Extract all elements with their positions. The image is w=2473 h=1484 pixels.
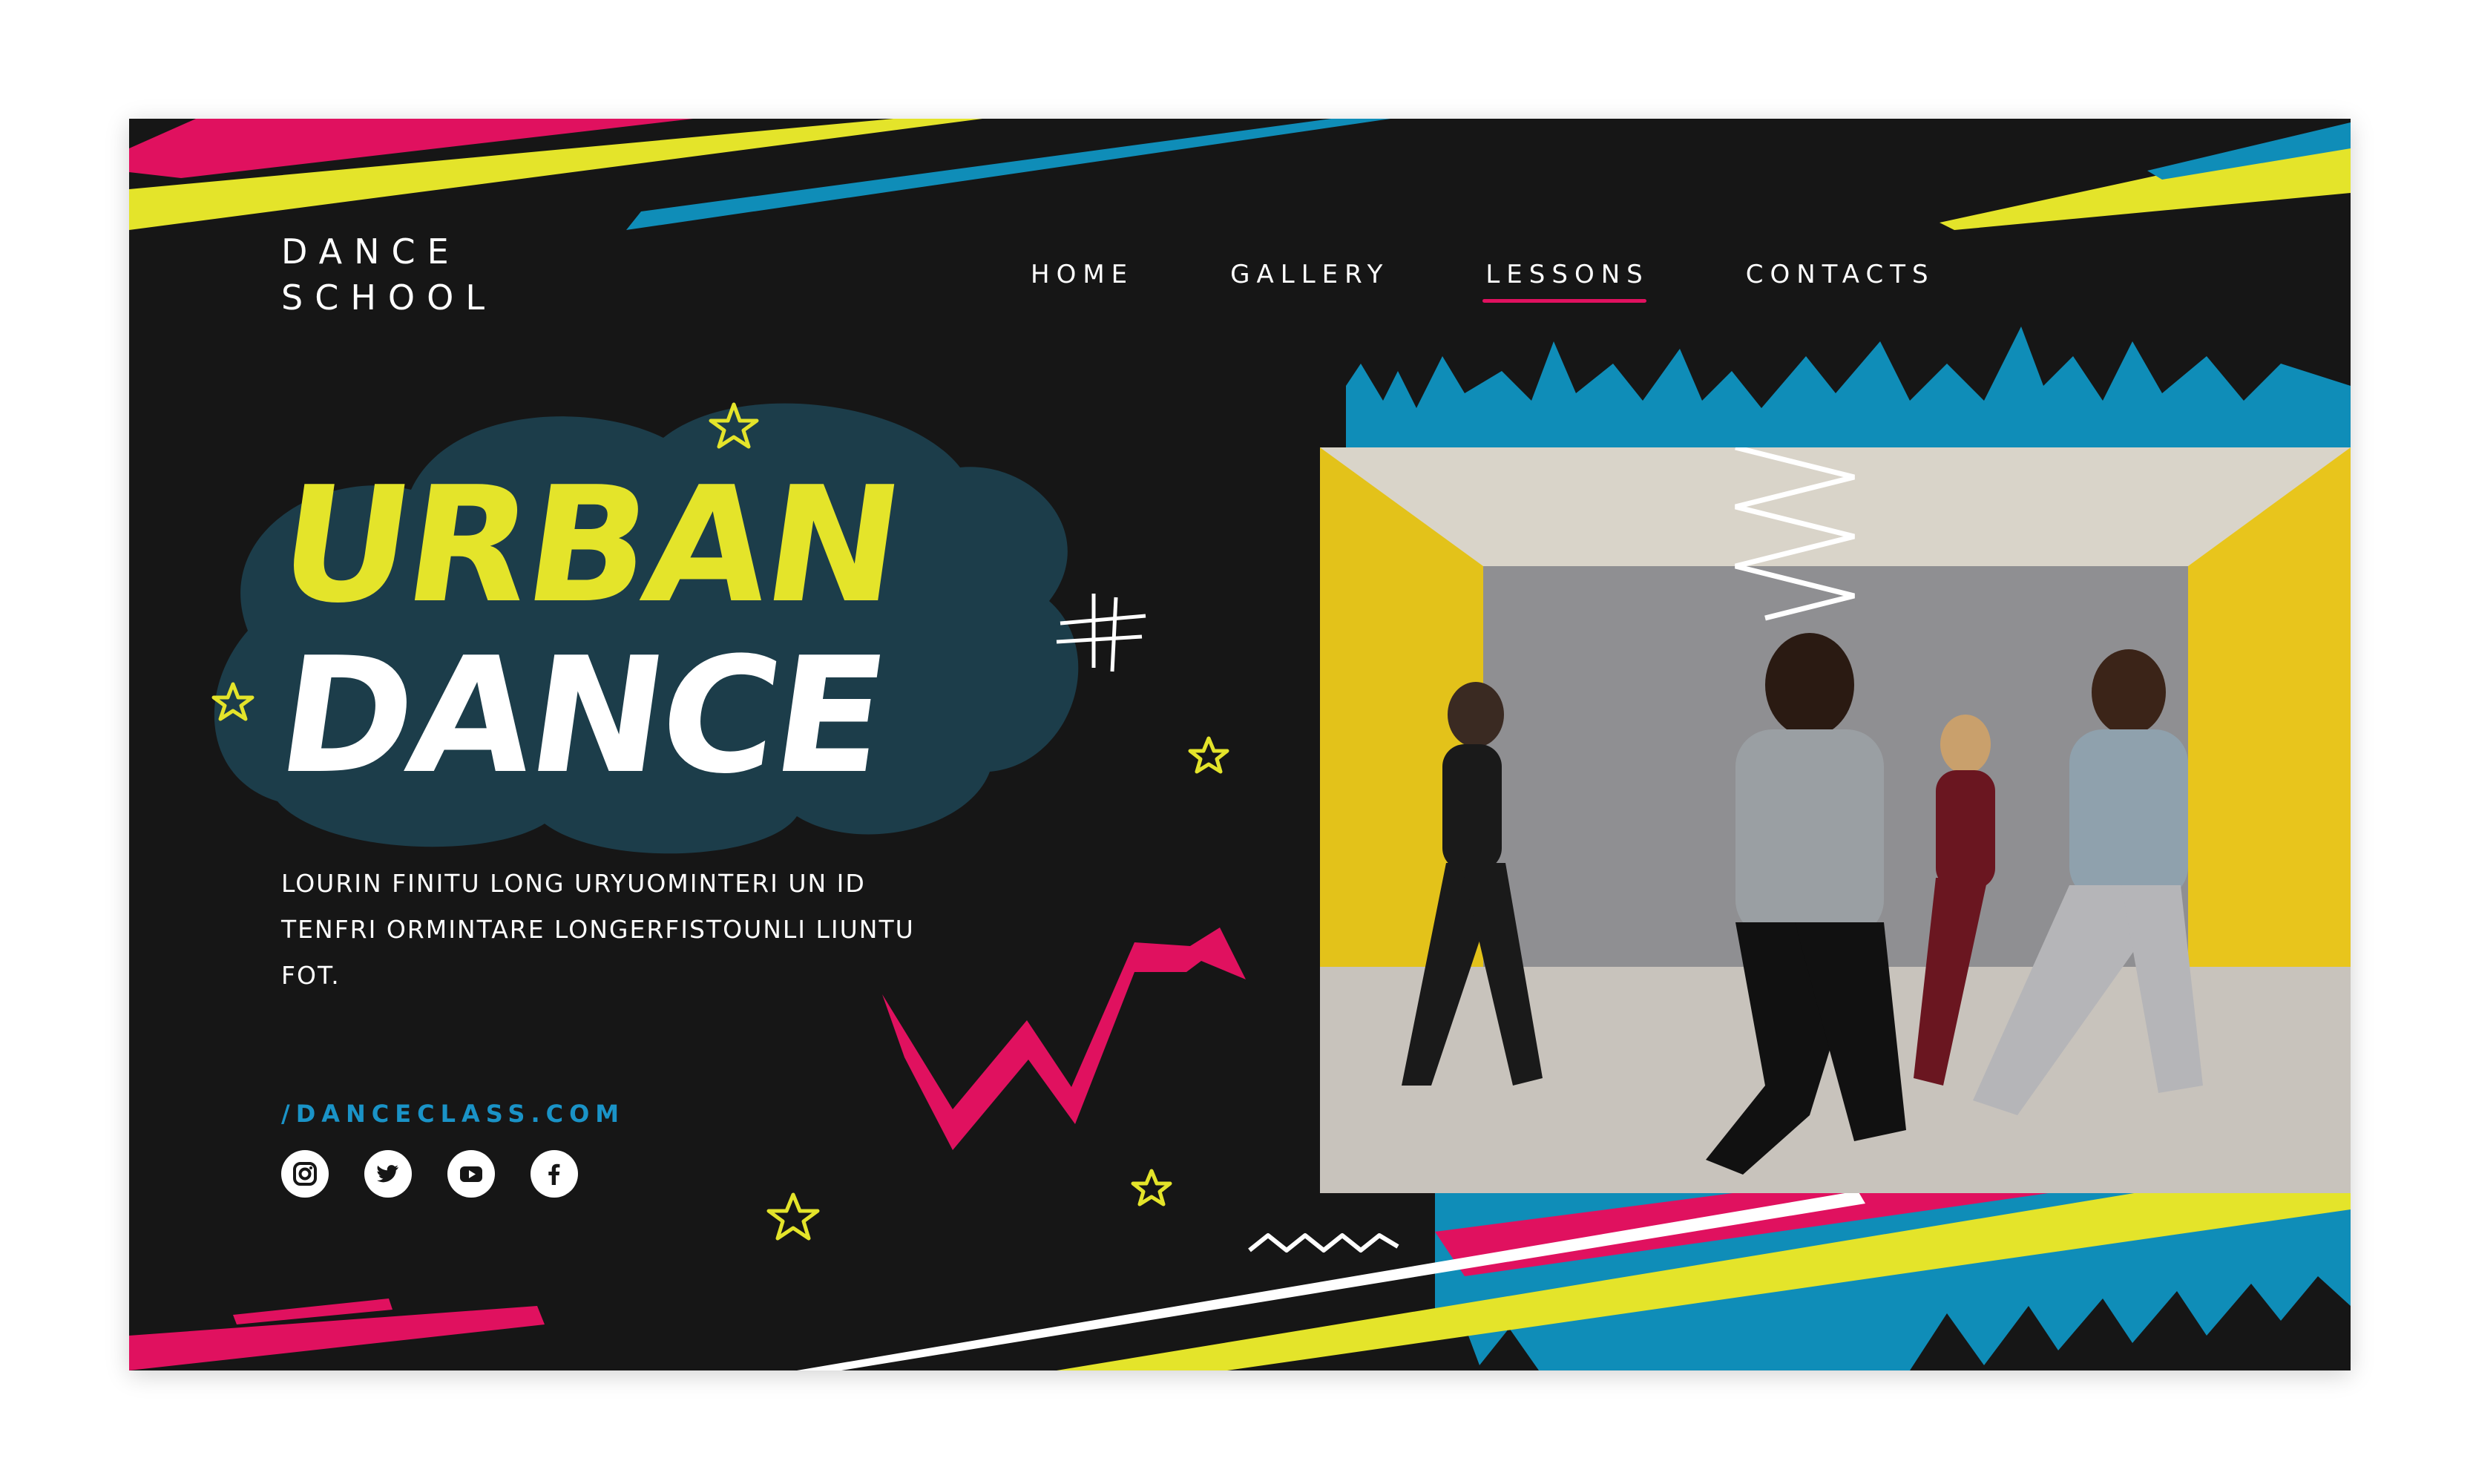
instagram-icon <box>293 1162 317 1186</box>
nav-item-gallery[interactable]: GALLERY <box>1230 260 1389 300</box>
pink-stroke-bottom-left <box>129 1306 545 1370</box>
hero-title-line-1: URBAN <box>268 452 911 638</box>
twitter-button[interactable] <box>364 1150 412 1198</box>
social-links <box>281 1150 578 1198</box>
main-nav: HOME GALLERY LESSONS CONTACTS <box>1031 260 1935 303</box>
brand-line-2: SCHOOL <box>281 278 496 318</box>
hero-title-line-2: DANCE <box>268 623 896 809</box>
hero-description: LOURIN FINITU LONG URYUOMINTERI UN ID TE… <box>281 869 915 990</box>
dancers-photo <box>1320 447 2351 1193</box>
blue-jagged-top <box>1346 326 2351 467</box>
facebook-icon <box>548 1163 560 1185</box>
facebook-button[interactable] <box>531 1150 578 1198</box>
brand-line-1: DANCE <box>281 232 461 272</box>
hero-title: URBAN DANCE <box>268 452 910 809</box>
brand-logo[interactable]: DANCE SCHOOL <box>281 229 496 321</box>
nav-item-contacts[interactable]: CONTACTS <box>1746 260 1935 300</box>
twitter-icon <box>377 1165 398 1183</box>
website-link[interactable]: /DANCECLASS.COM <box>281 1100 625 1128</box>
squiggle-doodle <box>1248 1233 1399 1252</box>
youtube-icon <box>460 1166 482 1182</box>
nav-item-home[interactable]: HOME <box>1031 260 1134 300</box>
hero-banner: DANCE SCHOOL HOME GALLERY LESSONS CONTAC… <box>129 119 2351 1370</box>
dancers-photo-illustration <box>1320 447 2351 1193</box>
youtube-button[interactable] <box>447 1150 495 1198</box>
instagram-button[interactable] <box>281 1150 329 1198</box>
nav-item-lessons[interactable]: LESSONS <box>1482 260 1649 303</box>
